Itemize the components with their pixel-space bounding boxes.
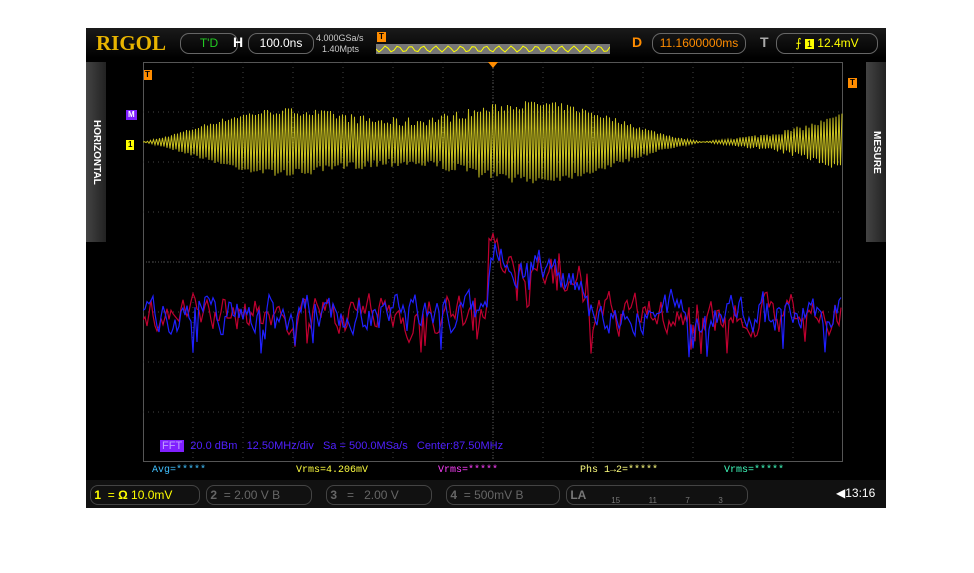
trigger-level-marker-right[interactable]: T xyxy=(848,78,857,88)
channel4-number: 4 xyxy=(450,488,458,502)
channel2-settings[interactable]: 2 = 2.00 V B xyxy=(206,485,312,505)
horizontal-label: H xyxy=(233,34,244,50)
fft-hscale: 12.50MHz/div xyxy=(246,440,314,452)
dc-coupling-icon: = xyxy=(223,488,231,502)
fft-badge: FFT xyxy=(160,440,185,452)
la-label: LA xyxy=(570,488,587,502)
dc-coupling-icon: = xyxy=(463,488,471,502)
trigger-position-marker xyxy=(488,62,498,68)
channel4-settings[interactable]: 4 = 500mV B xyxy=(446,485,560,505)
delay-value[interactable]: 11.1600000ms xyxy=(652,33,746,54)
channel2-scale: 2.00 V xyxy=(234,488,269,502)
trigger-level: 12.4mV xyxy=(817,36,859,50)
fft-center: Center:87.50MHz xyxy=(416,440,504,452)
bottom-bar: 1 = Ω 10.0mV 2 = 2.00 V B 3 = 2.00 V 4 =… xyxy=(86,480,886,508)
measurement-vrms-ch1: Vrms=4.206mV xyxy=(296,465,369,476)
fft-info: FFT 20.0 dBm 12.50MHz/div Sa = 500.0MSa/… xyxy=(160,440,503,452)
memory-overview-bar[interactable] xyxy=(376,44,610,54)
bandwidth-limit-icon: B xyxy=(272,488,281,502)
la-channel-ticks: 15 11 7 3 xyxy=(611,496,723,505)
channel3-number: 3 xyxy=(330,488,338,502)
channel4-scale: 500mV xyxy=(474,488,513,502)
rigol-logo: RIGOL xyxy=(96,31,167,55)
fft-trace-red xyxy=(143,233,842,354)
fft-trace-blue xyxy=(143,243,842,358)
bandwidth-limit-icon: B xyxy=(515,488,524,502)
clock: ◀13:16 xyxy=(836,486,875,500)
trigger-settings[interactable]: ⨍ 1 12.4mV xyxy=(776,33,878,54)
impedance-icon: Ω xyxy=(118,488,128,502)
channel3-settings[interactable]: 3 = 2.00 V xyxy=(326,485,432,505)
dc-coupling-icon: = xyxy=(347,488,355,502)
horizontal-menu-tab[interactable]: HORIZONTAL xyxy=(86,62,106,242)
measurement-phase: Phs 1→2=***** xyxy=(580,465,659,476)
dc-coupling-icon: = xyxy=(107,488,115,502)
rising-edge-icon: ⨍ xyxy=(795,36,802,50)
trigger-source: 1 xyxy=(804,39,814,49)
speaker-icon[interactable]: ◀ xyxy=(836,486,845,500)
timebase[interactable]: 100.0ns xyxy=(248,33,314,54)
trigger-label: T xyxy=(760,34,769,50)
channel1-marker[interactable]: 1 xyxy=(126,140,135,150)
top-bar: RIGOL T'D H 100.0ns 4.000GSa/s 1.40Mpts … xyxy=(86,28,886,58)
channel1-settings[interactable]: 1 = Ω 10.0mV xyxy=(90,485,200,505)
sample-rate: 4.000GSa/s xyxy=(316,33,364,43)
fft-sample-rate: Sa = 500.0MSa/s xyxy=(323,440,408,452)
trigger-position-icon: T xyxy=(377,32,386,42)
measurement-avg: Avg=***** xyxy=(152,465,207,476)
channel2-number: 2 xyxy=(210,488,218,502)
measure-menu-tab[interactable]: MESURE xyxy=(866,62,886,242)
measurement-vrms-ch3: Vrms=***** xyxy=(438,465,499,476)
channel1-scale: 10.0mV xyxy=(131,488,173,502)
channel3-scale: 2.00 V xyxy=(364,488,399,502)
math-marker[interactable]: M xyxy=(126,110,137,120)
clock-time: 13:16 xyxy=(845,486,876,500)
logic-analyzer-settings[interactable]: LA 15 11 7 3 xyxy=(566,485,748,505)
channel1-number: 1 xyxy=(94,488,102,502)
oscilloscope-screen: RIGOL T'D H 100.0ns 4.000GSa/s 1.40Mpts … xyxy=(86,28,886,508)
run-status[interactable]: T'D xyxy=(180,33,238,54)
measurement-vrms-ch4: Vrms=***** xyxy=(724,465,785,476)
fft-scale: 20.0 dBm xyxy=(190,440,238,452)
memory-depth: 1.40Mpts xyxy=(322,44,360,54)
waveform-grid xyxy=(143,62,843,462)
delay-label: D xyxy=(632,34,643,50)
